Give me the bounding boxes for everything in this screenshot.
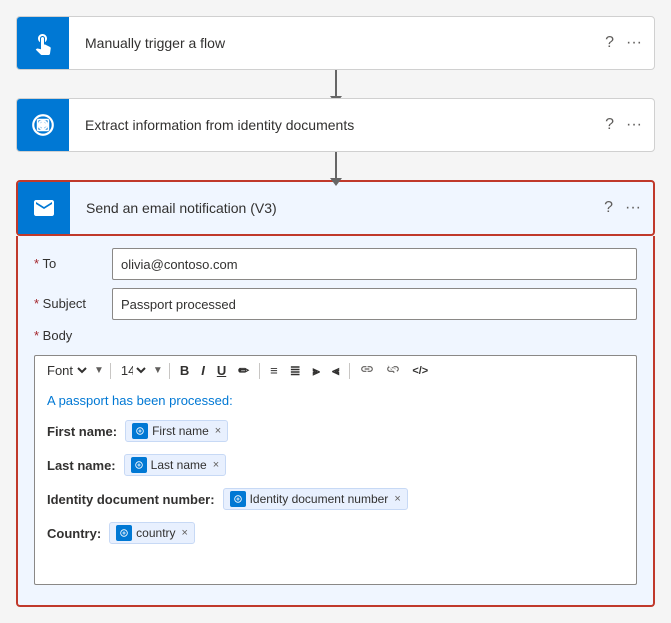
body-idnumber-row: Identity document number: Identity docum… xyxy=(47,488,624,510)
body-country-row: Country: country × xyxy=(47,522,624,544)
trigger-title: Manually trigger a flow xyxy=(69,35,605,51)
firstname-token-text: First name xyxy=(152,424,209,438)
toolbar-divider-1 xyxy=(110,363,111,379)
body-editor[interactable]: A passport has been processed: First nam… xyxy=(34,385,637,585)
body-label: Body xyxy=(34,328,104,343)
arrow-2 xyxy=(335,152,337,180)
email-help-icon[interactable]: ? xyxy=(604,199,613,217)
body-lastname-row: Last name: Last name × xyxy=(47,454,624,476)
idnumber-label: Identity document number: xyxy=(47,492,215,507)
toolbar-divider-4 xyxy=(349,363,350,379)
country-token-text: country xyxy=(136,526,175,540)
email-more-icon[interactable]: ··· xyxy=(625,199,641,217)
body-row: Body Font ▼ 14 ▼ B xyxy=(34,328,637,585)
extract-help-icon[interactable]: ? xyxy=(605,116,614,134)
align-right-button[interactable]: ⫷ xyxy=(328,361,343,381)
font-select[interactable]: Font xyxy=(43,362,90,379)
to-label: To xyxy=(34,248,104,271)
trigger-icon xyxy=(17,17,69,69)
arrow-1 xyxy=(335,70,337,98)
country-token[interactable]: country × xyxy=(109,522,195,544)
underline-button[interactable]: U xyxy=(213,361,230,380)
firstname-token-remove[interactable]: × xyxy=(215,425,221,437)
trigger-step[interactable]: Manually trigger a flow ? ··· xyxy=(16,16,655,70)
firstname-label: First name: xyxy=(47,424,117,439)
email-step-wrapper: Send an email notification (V3) ? ··· To… xyxy=(16,180,655,607)
email-step[interactable]: Send an email notification (V3) ? ··· xyxy=(16,180,655,236)
subject-input[interactable] xyxy=(112,288,637,320)
subject-label: Subject xyxy=(34,288,104,311)
trigger-help-icon[interactable]: ? xyxy=(605,34,614,52)
pen-button[interactable]: ✏ xyxy=(234,361,253,381)
idnumber-token[interactable]: Identity document number × xyxy=(223,488,408,510)
lastname-label: Last name: xyxy=(47,458,116,473)
list-ol-button[interactable]: ≣ xyxy=(286,361,305,381)
extract-icon: ID xyxy=(17,99,69,151)
firstname-token[interactable]: First name × xyxy=(125,420,228,442)
country-token-remove[interactable]: × xyxy=(182,527,188,539)
lastname-token[interactable]: Last name × xyxy=(124,454,226,476)
link-button[interactable] xyxy=(356,360,378,381)
trigger-more-icon[interactable]: ··· xyxy=(626,34,642,52)
body-firstname-row: First name: First name × xyxy=(47,420,624,442)
idnumber-token-remove[interactable]: × xyxy=(394,493,400,505)
italic-button[interactable]: I xyxy=(197,361,209,380)
font-size-select[interactable]: 14 xyxy=(117,362,149,379)
lastname-token-remove[interactable]: × xyxy=(213,459,219,471)
extract-step[interactable]: ID Extract information from identity doc… xyxy=(16,98,655,152)
to-input[interactable] xyxy=(112,248,637,280)
trigger-actions: ? ··· xyxy=(605,34,654,52)
bold-button[interactable]: B xyxy=(176,361,193,380)
email-title: Send an email notification (V3) xyxy=(70,200,604,216)
toolbar-divider-3 xyxy=(259,363,260,379)
size-dropdown-icon: ▼ xyxy=(153,365,163,376)
unlink-button[interactable] xyxy=(382,360,404,381)
country-label: Country: xyxy=(47,526,101,541)
email-icon xyxy=(18,182,70,234)
code-button[interactable]: </> xyxy=(408,363,432,379)
list-ul-button[interactable]: ≡ xyxy=(266,361,282,380)
extract-actions: ? ··· xyxy=(605,116,654,134)
idnumber-token-text: Identity document number xyxy=(250,492,389,506)
svg-text:ID: ID xyxy=(39,119,48,129)
align-left-button[interactable]: ⫸ xyxy=(309,361,324,381)
email-actions: ? ··· xyxy=(604,199,653,217)
subject-row: Subject xyxy=(34,288,637,320)
country-token-icon xyxy=(116,525,132,541)
firstname-token-icon xyxy=(132,423,148,439)
lastname-token-text: Last name xyxy=(151,458,207,472)
idnumber-token-icon xyxy=(230,491,246,507)
to-row: To xyxy=(34,248,637,280)
toolbar-divider-2 xyxy=(169,363,170,379)
body-intro-text: A passport has been processed: xyxy=(47,393,624,408)
body-toolbar: Font ▼ 14 ▼ B I U ✏ ≡ xyxy=(34,355,637,385)
lastname-token-icon xyxy=(131,457,147,473)
flow-container: Manually trigger a flow ? ··· ID Extract… xyxy=(16,16,655,607)
font-dropdown-icon: ▼ xyxy=(94,365,104,376)
extract-more-icon[interactable]: ··· xyxy=(626,116,642,134)
extract-title: Extract information from identity docume… xyxy=(69,117,605,133)
email-form: To Subject Body Font ▼ xyxy=(16,236,655,607)
